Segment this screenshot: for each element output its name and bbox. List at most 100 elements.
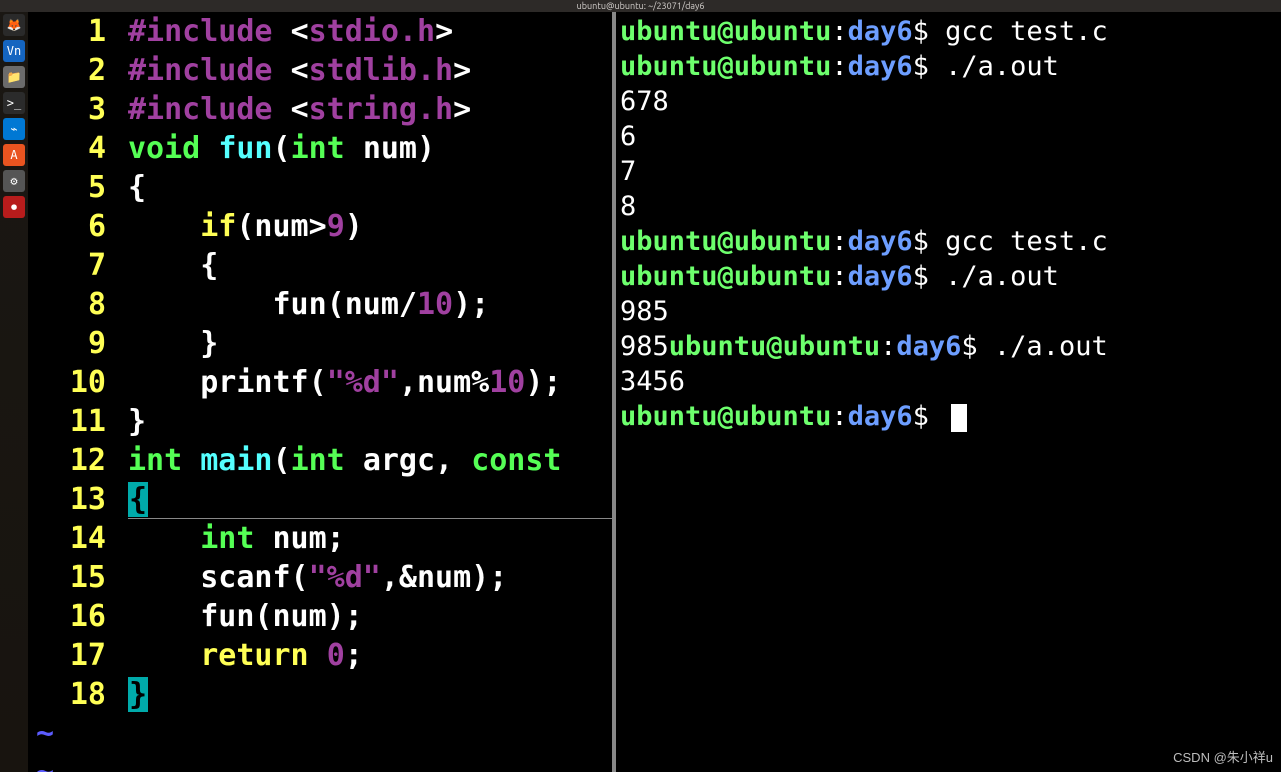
token: #include [128,53,291,88]
line-number: 5 [28,168,118,207]
terminal-line: 6 [620,119,1277,154]
code-line[interactable]: int main(int argc, const [128,441,612,480]
line-number: 1 [28,12,118,51]
prompt-user: ubuntu@ubuntu [620,226,831,257]
token: ; [345,638,363,673]
token: { [128,482,148,517]
vnc-icon[interactable]: Vn [3,40,25,62]
line-number: 14 [28,519,118,558]
line-number: 15 [28,558,118,597]
token: ,num% [399,365,489,400]
token: const [471,443,561,478]
prompt-dollar: $ [913,401,946,432]
prompt-separator: : [831,261,847,292]
token: ( [273,443,291,478]
line-number: 16 [28,597,118,636]
token [128,638,200,673]
token: return [200,638,326,673]
terminal-output: 985 [620,331,669,362]
token: #include [128,14,291,49]
token: scanf( [128,560,309,595]
token: fun(num/ [128,287,417,322]
code-line[interactable]: } [128,402,612,441]
code-line[interactable]: } [128,675,612,714]
code-line[interactable]: printf("%d",num%10); [128,363,612,402]
token: > [453,92,471,127]
firefox-icon[interactable]: 🦊 [3,14,25,36]
code-line[interactable]: fun(num); [128,597,612,636]
token: "%d" [327,365,399,400]
token: if [200,209,236,244]
line-number: 7 [28,246,118,285]
token: void [128,131,218,166]
prompt-path: day6 [848,16,913,47]
terminal-line: 678 [620,84,1277,119]
code-line[interactable]: scanf("%d",&num); [128,558,612,597]
workspace: 123456789101112131415161718 #include <st… [28,12,1281,772]
token: printf( [128,365,327,400]
line-number: 18 [28,675,118,714]
token: stdlib.h [309,53,454,88]
line-number: 4 [28,129,118,168]
code-line[interactable]: void fun(int num) [128,129,612,168]
terminal-line: ubuntu@ubuntu:day6$ gcc test.c [620,224,1277,259]
token: main [200,443,272,478]
code-line[interactable]: { [128,168,612,207]
token: 10 [489,365,525,400]
code-line[interactable]: fun(num/10); [128,285,612,324]
prompt-separator: : [831,51,847,82]
launcher-dock: 🦊 Vn 📁 >_ ⌁ A ⚙ ⏺ [0,12,28,772]
terminal-line: ubuntu@ubuntu:day6$ [620,399,1277,434]
terminal-icon[interactable]: >_ [3,92,25,114]
code-line[interactable]: return 0; [128,636,612,675]
prompt-separator: : [880,331,896,362]
settings-icon[interactable]: ⚙ [3,170,25,192]
code-line[interactable]: { [128,246,612,285]
terminal-command: gcc test.c [945,226,1108,257]
code-line[interactable]: if(num>9) [128,207,612,246]
prompt-user: ubuntu@ubuntu [620,401,831,432]
code-line[interactable]: { [128,480,612,519]
token: ); [525,365,561,400]
token: ); [453,287,489,322]
token [128,521,200,556]
code-area[interactable]: #include <stdio.h>#include <stdlib.h>#in… [128,12,612,714]
code-line[interactable]: } [128,324,612,363]
code-line[interactable]: #include <string.h> [128,90,612,129]
terminal-pane[interactable]: ubuntu@ubuntu:day6$ gcc test.cubuntu@ubu… [616,12,1281,772]
token: } [128,677,148,712]
token: int [200,521,272,556]
line-number-gutter: 123456789101112131415161718 [28,12,118,714]
terminal-line: 985ubuntu@ubuntu:day6$ ./a.out [620,329,1277,364]
token: stdio.h [309,14,435,49]
vim-editor-pane[interactable]: 123456789101112131415161718 #include <st… [28,12,612,772]
terminal-command: gcc test.c [945,16,1108,47]
token: (num> [236,209,326,244]
terminal-command: ./a.out [945,51,1059,82]
token: < [291,53,309,88]
token: num; [273,521,345,556]
code-line[interactable]: #include <stdlib.h> [128,51,612,90]
line-number: 8 [28,285,118,324]
terminal-output: 678 [620,86,669,117]
prompt-path: day6 [848,226,913,257]
prompt-user: ubuntu@ubuntu [620,261,831,292]
terminal-line: ubuntu@ubuntu:day6$ ./a.out [620,259,1277,294]
screenshot-icon[interactable]: ⏺ [3,196,25,218]
window-titlebar: ubuntu@ubuntu: ~/23071/day6 [0,0,1281,12]
token: 10 [417,287,453,322]
line-number: 3 [28,90,118,129]
terminal-line: 985 [620,294,1277,329]
vscode-icon[interactable]: ⌁ [3,118,25,140]
code-line[interactable]: #include <stdio.h> [128,12,612,51]
prompt-dollar: $ [961,331,994,362]
token: < [291,14,309,49]
files-icon[interactable]: 📁 [3,66,25,88]
terminal-output: 7 [620,156,636,187]
prompt-user: ubuntu@ubuntu [620,16,831,47]
software-store-icon[interactable]: A [3,144,25,166]
token: } [128,326,218,361]
code-line[interactable]: int num; [128,519,612,558]
token: string.h [309,92,454,127]
vim-tilde: ~ [28,714,54,753]
